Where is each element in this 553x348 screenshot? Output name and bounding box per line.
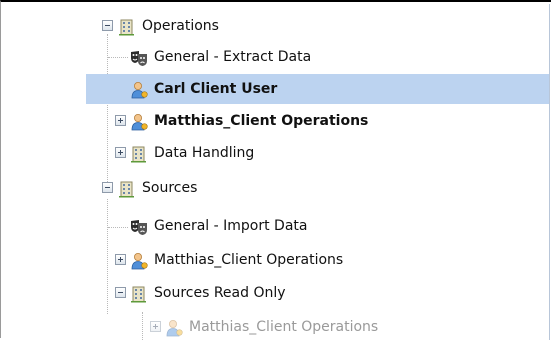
tree-node-general-extract-data[interactable]: General - Extract Data <box>86 42 549 72</box>
building-icon <box>130 284 148 303</box>
collapse-toggle[interactable] <box>102 20 113 31</box>
tree-node-label: Data Handling <box>154 145 255 161</box>
building-icon <box>130 144 148 163</box>
tree-node-label: Sources Read Only <box>154 285 286 301</box>
theater-masks-icon <box>130 217 148 235</box>
expand-toggle[interactable] <box>115 115 126 126</box>
tree-node-label: Sources <box>142 180 198 196</box>
building-icon <box>118 179 136 198</box>
tree-panel: Operations General - Extract Data Carl C… <box>86 4 550 340</box>
collapse-toggle[interactable] <box>115 287 126 298</box>
tree-node-general-import-data[interactable]: General - Import Data <box>86 211 549 241</box>
tree-node-operations[interactable]: Operations <box>86 11 549 41</box>
user-icon <box>130 251 148 270</box>
user-icon <box>165 318 183 337</box>
tree-node-label: Matthias_Client Operations <box>154 113 369 129</box>
user-icon <box>130 80 148 99</box>
tree-node-carl-client-user[interactable]: Carl Client User <box>86 74 549 104</box>
user-icon <box>130 112 148 131</box>
tree-node-label: Matthias_Client Operations <box>154 252 344 268</box>
expand-toggle[interactable] <box>150 321 161 332</box>
window-frame: Operations General - Extract Data Carl C… <box>0 0 551 340</box>
tree-node-data-handling[interactable]: Data Handling <box>86 138 549 168</box>
building-icon <box>118 17 136 36</box>
tree-node-matthias-client-operations[interactable]: Matthias_Client Operations <box>86 106 549 136</box>
tree-node-label: General - Import Data <box>154 218 308 234</box>
expand-toggle[interactable] <box>115 254 126 265</box>
theater-masks-icon <box>130 48 148 66</box>
tree-node-label: Carl Client User <box>154 81 278 97</box>
tree-node-sources-read-only[interactable]: Sources Read Only <box>86 278 549 308</box>
tree-node-matthias-client-operations-sources[interactable]: Matthias_Client Operations <box>86 245 549 275</box>
collapse-toggle[interactable] <box>102 182 113 193</box>
expand-toggle[interactable] <box>115 147 126 158</box>
tree-node-sources[interactable]: Sources <box>86 173 549 203</box>
tree-node-label: General - Extract Data <box>154 49 312 65</box>
tree-node-label: Operations <box>142 18 219 34</box>
